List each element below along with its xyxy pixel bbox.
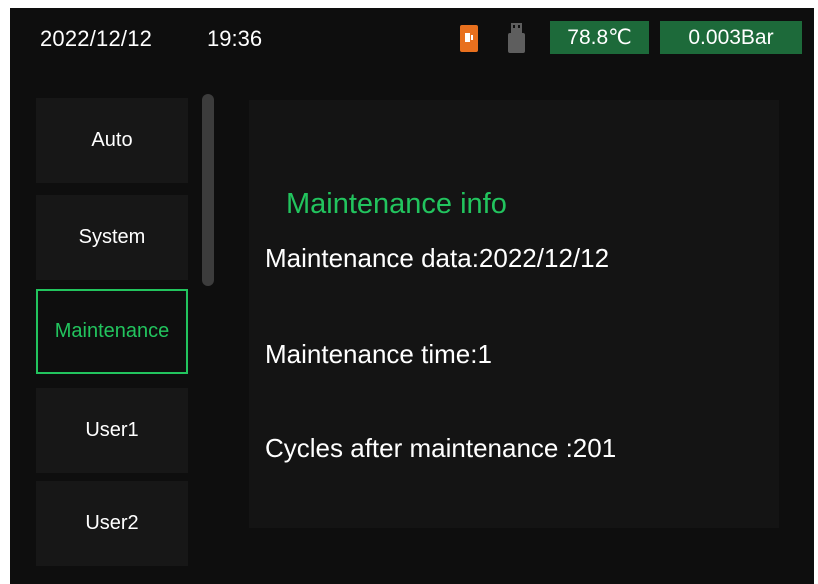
- menu-item-auto[interactable]: Auto: [36, 98, 188, 183]
- maintenance-time-line: Maintenance time:1: [265, 339, 492, 369]
- status-time: 19:36: [207, 26, 263, 51]
- menu-item-maintenance[interactable]: Maintenance: [36, 289, 188, 374]
- usb-icon: [508, 23, 525, 53]
- temperature-badge: 78.8℃: [550, 21, 649, 54]
- door-icon: [460, 25, 478, 52]
- menu-scrollbar[interactable]: [202, 94, 214, 286]
- panel-title: Maintenance info: [286, 188, 507, 220]
- menu-item-user2[interactable]: User2: [36, 481, 188, 566]
- status-date: 2022/12/12: [40, 26, 153, 51]
- maintenance-date-line: Maintenance data:2022/12/12: [265, 243, 610, 273]
- menu-item-user1[interactable]: User1: [36, 388, 188, 473]
- maintenance-panel: Maintenance info Maintenance data:2022/1…: [249, 100, 779, 528]
- pressure-badge: 0.003Bar: [660, 21, 802, 54]
- cycles-after-maintenance-line: Cycles after maintenance :201: [265, 433, 617, 463]
- menu-item-system[interactable]: System: [36, 195, 188, 280]
- device-screen: 2022/12/12 19:36 78.8℃ 0.003Bar Auto Sys…: [10, 8, 814, 584]
